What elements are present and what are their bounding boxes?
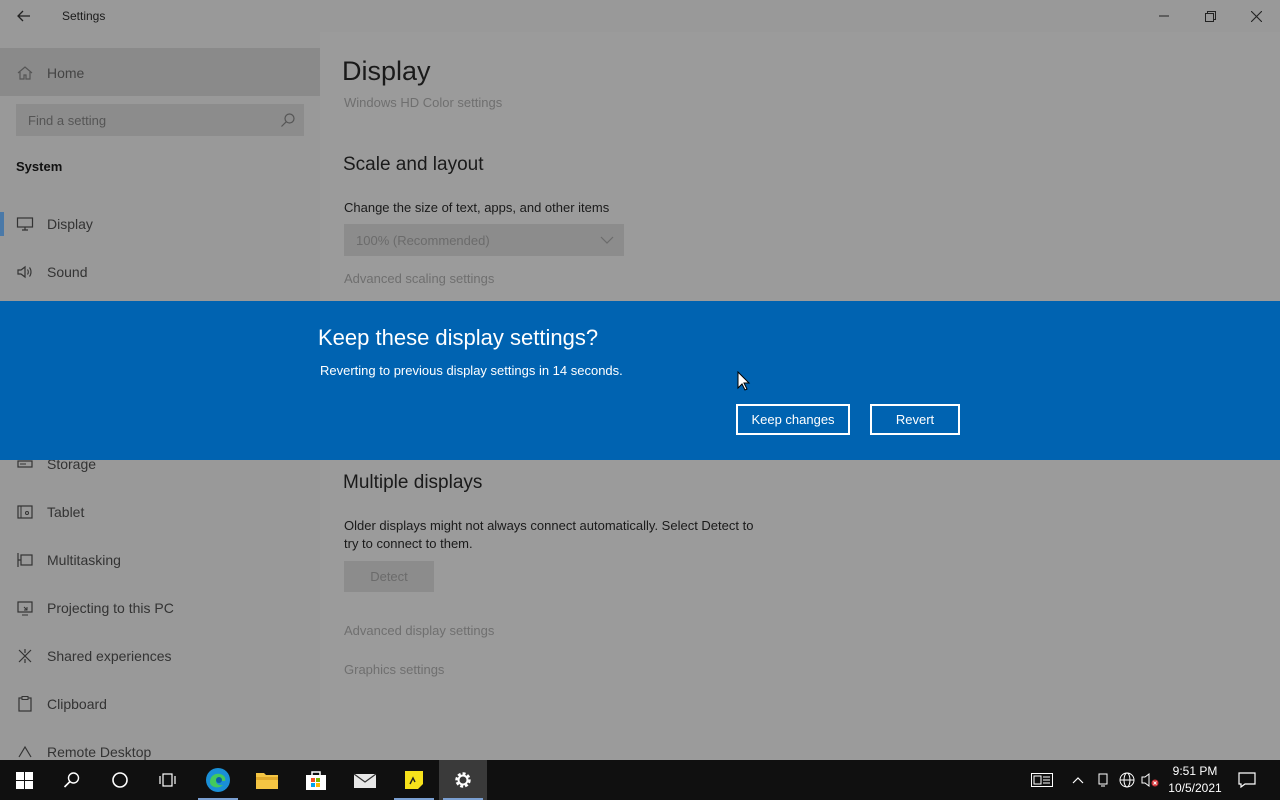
close-icon (1250, 10, 1262, 22)
sidebar-item-label: Projecting to this PC (47, 600, 174, 616)
page-title: Display (342, 56, 431, 86)
sidebar-item-label: Clipboard (47, 696, 107, 712)
scale-label: Change the size of text, apps, and other… (344, 200, 610, 215)
hd-color-settings-link[interactable]: Windows HD Color settings (344, 95, 502, 110)
gear-icon (455, 772, 471, 788)
monitor-icon (16, 217, 34, 231)
clock-date: 10/5/2021 (1168, 781, 1222, 795)
edge-browser-icon (206, 768, 230, 792)
show-hidden-icons-button[interactable] (1068, 760, 1088, 800)
graphics-settings-link[interactable]: Graphics settings (344, 662, 444, 677)
taskbar-store[interactable] (292, 760, 340, 800)
window-title: Settings (62, 9, 106, 23)
scale-dropdown-value: 100% (Recommended) (356, 233, 490, 248)
news-tray[interactable] (1028, 760, 1056, 800)
sidebar-item-multitasking[interactable]: Multitasking (0, 536, 320, 584)
task-view-button[interactable] (144, 760, 192, 800)
windows-logo-icon (15, 771, 33, 789)
scale-layout-heading: Scale and layout (343, 154, 484, 175)
taskbar-file-explorer[interactable] (243, 760, 291, 800)
dialog-message: Reverting to previous display settings i… (320, 363, 623, 378)
keep-settings-dialog: Keep these display settings? Reverting t… (0, 301, 1280, 460)
system-clock[interactable]: 9:51 PM 10/5/2021 (1160, 763, 1230, 797)
start-button[interactable] (0, 760, 48, 800)
multiple-displays-heading: Multiple displays (343, 472, 483, 493)
multiple-displays-text-line-1: Older displays might not always connect … (344, 518, 754, 533)
sidebar-item-label: Display (47, 216, 93, 232)
search-icon (281, 113, 295, 127)
search-placeholder: Find a setting (28, 113, 107, 128)
cortana-button[interactable] (96, 760, 144, 800)
multiple-displays-text-line-2: try to connect to them. (344, 536, 473, 551)
news-icon (1031, 773, 1053, 787)
sticky-notes-icon (405, 771, 423, 789)
sidebar-home[interactable]: Home (0, 48, 320, 96)
sidebar-item-label: Remote Desktop (47, 744, 152, 760)
store-icon (306, 771, 326, 790)
restore-button[interactable] (1187, 0, 1233, 32)
advanced-display-settings-link[interactable]: Advanced display settings (344, 623, 494, 638)
multitasking-icon (17, 553, 33, 567)
restore-icon (1204, 10, 1216, 22)
clock-time: 9:51 PM (1172, 764, 1218, 778)
minimize-icon (1159, 15, 1169, 17)
tablet-icon (17, 505, 33, 519)
close-button[interactable] (1233, 0, 1279, 32)
home-icon (17, 66, 33, 80)
sidebar-home-label: Home (47, 65, 85, 81)
speaker-icon (17, 265, 32, 279)
section-title: System (16, 159, 63, 174)
network-tray[interactable] (1116, 760, 1138, 800)
volume-muted-icon (1141, 773, 1159, 787)
search-icon (63, 772, 80, 788)
chevron-up-icon (1072, 777, 1084, 784)
projecting-icon (17, 601, 33, 616)
mouse-cursor-icon (737, 371, 751, 391)
taskbar: 9:51 PM 10/5/2021 (0, 760, 1280, 800)
sidebar-item-tablet[interactable]: Tablet (0, 488, 320, 536)
taskbar-search-button[interactable] (48, 760, 96, 800)
search-input[interactable]: Find a setting (16, 104, 304, 136)
network-globe-icon (1119, 772, 1135, 788)
volume-tray[interactable] (1139, 760, 1161, 800)
taskbar-edge[interactable] (194, 760, 242, 800)
sidebar-item-label: Multitasking (47, 552, 121, 568)
shared-experiences-icon (18, 649, 32, 663)
back-button[interactable] (8, 2, 40, 30)
chevron-down-icon (600, 236, 614, 244)
back-arrow-icon (17, 10, 30, 22)
dialog-title: Keep these display settings? (318, 325, 599, 350)
advanced-scaling-link[interactable]: Advanced scaling settings (344, 271, 494, 286)
sidebar-item-label: Shared experiences (47, 648, 172, 664)
revert-button[interactable]: Revert (870, 404, 960, 435)
sidebar-item-projecting[interactable]: Projecting to this PC (0, 584, 320, 632)
sidebar-item-clipboard[interactable]: Clipboard (0, 680, 320, 728)
sidebar-item-label: Tablet (47, 504, 85, 520)
taskbar-sticky-notes[interactable] (390, 760, 438, 800)
taskbar-settings[interactable] (439, 760, 487, 800)
taskbar-mail[interactable] (341, 760, 389, 800)
mail-icon (353, 773, 377, 788)
clipboard-icon (18, 696, 32, 712)
title-bar: Settings (0, 0, 1280, 32)
detect-button[interactable]: Detect (344, 561, 434, 592)
notification-icon (1238, 772, 1256, 788)
task-view-icon (159, 773, 176, 787)
remote-desktop-icon (18, 745, 32, 758)
device-tray[interactable] (1093, 760, 1113, 800)
notifications-button[interactable] (1232, 760, 1262, 800)
sidebar-item-label: Sound (47, 264, 88, 280)
sidebar-item-remote-desktop[interactable]: Remote Desktop (0, 728, 320, 760)
device-icon (1098, 773, 1108, 787)
minimize-button[interactable] (1141, 0, 1187, 32)
keep-changes-button[interactable]: Keep changes (736, 404, 850, 435)
cortana-icon (112, 772, 128, 788)
sidebar-item-sound[interactable]: Sound (0, 248, 320, 296)
folder-icon (256, 773, 278, 789)
scale-dropdown[interactable]: 100% (Recommended) (344, 224, 624, 256)
sidebar-item-shared-experiences[interactable]: Shared experiences (0, 632, 320, 680)
sidebar-item-display[interactable]: Display (0, 200, 320, 248)
